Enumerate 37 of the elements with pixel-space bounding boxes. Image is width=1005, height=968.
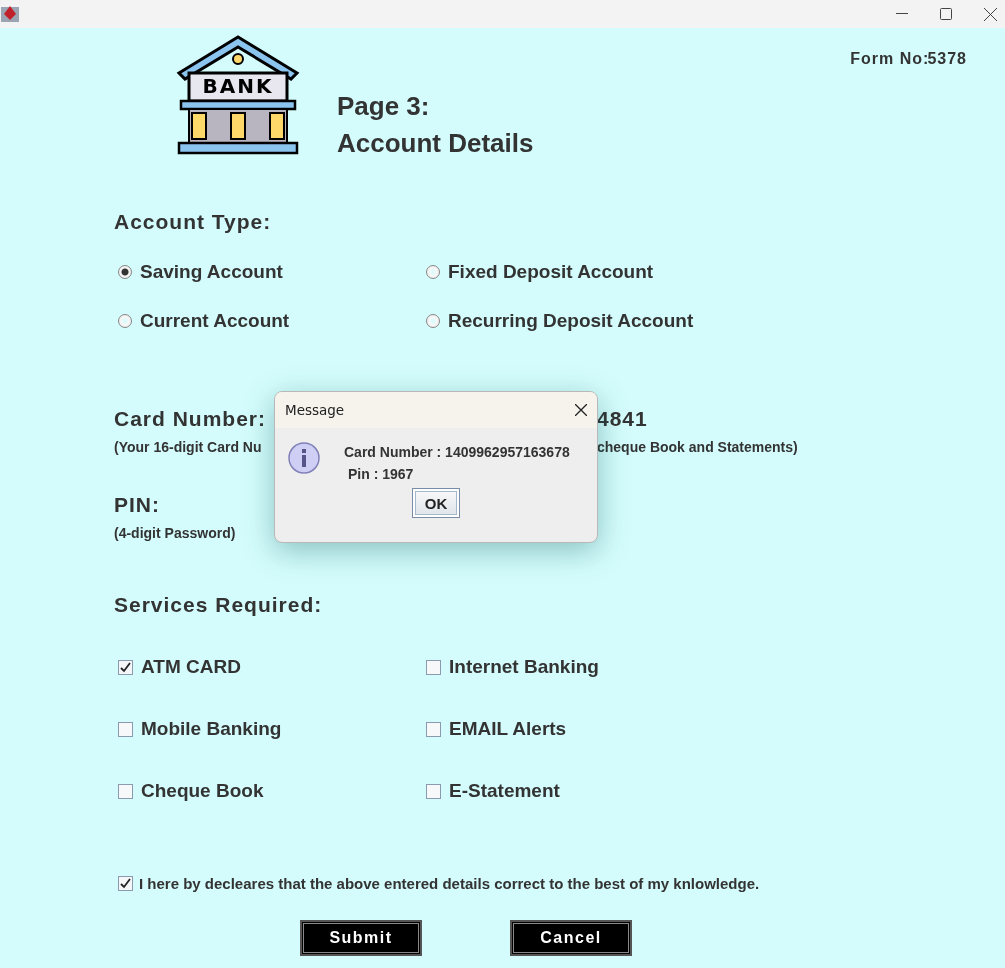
service-checkbox[interactable]: EMAIL Alerts — [426, 717, 1005, 741]
service-checkbox[interactable]: Cheque Book — [118, 779, 426, 803]
card-number-value: 4841 — [597, 407, 648, 431]
checkmark-icon — [120, 878, 131, 889]
account-type-radio[interactable]: Recurring Deposit Account — [426, 309, 1005, 333]
services-heading: Services Required: — [114, 593, 323, 617]
card-number-note: cheque Book and Statements) — [597, 439, 798, 455]
service-checkbox[interactable]: Mobile Banking — [118, 717, 426, 741]
service-checkbox[interactable]: ATM CARD — [118, 655, 426, 679]
app-icon — [0, 4, 20, 24]
dialog-title: Message — [285, 402, 345, 418]
declaration-checkbox[interactable]: I here by decleares that the above entered details correct to the best of my knlowledge. — [114, 875, 1005, 892]
card-number-heading: Card Number: — [114, 407, 267, 431]
info-icon — [288, 442, 320, 474]
ok-button[interactable]: OK — [412, 488, 460, 518]
pin-heading: PIN: — [114, 493, 160, 517]
cancel-button[interactable]: Cancel — [510, 920, 632, 956]
page-title: Account Details — [337, 127, 534, 160]
account-type-radio[interactable]: Saving Account — [118, 260, 426, 284]
pin-message: Pin : 1967 — [348, 466, 415, 482]
checkmark-icon — [120, 661, 131, 673]
minimize-icon[interactable] — [896, 13, 908, 15]
maximize-icon[interactable] — [940, 8, 952, 20]
account-type-radio[interactable]: Current Account — [118, 309, 426, 333]
submit-button[interactable]: Submit — [300, 920, 422, 956]
service-checkbox[interactable]: E-Statement — [426, 779, 1005, 803]
close-icon[interactable] — [575, 404, 587, 416]
bank-logo: BANK — [175, 33, 301, 159]
card-number-message: Card Number : 1409962957163678 — [344, 444, 570, 460]
account-type-radio[interactable]: Fixed Deposit Account — [426, 260, 1005, 284]
form-number: 5378 — [927, 50, 967, 68]
service-checkbox[interactable]: Internet Banking — [426, 655, 1005, 679]
close-icon[interactable] — [984, 7, 997, 21]
pin-note: (4-digit Password) — [114, 525, 236, 541]
account-type-heading: Account Type: — [114, 210, 272, 234]
card-number-note: (Your 16-digit Card Nu — [114, 439, 262, 455]
page-number-title: Page 3: — [337, 90, 431, 123]
